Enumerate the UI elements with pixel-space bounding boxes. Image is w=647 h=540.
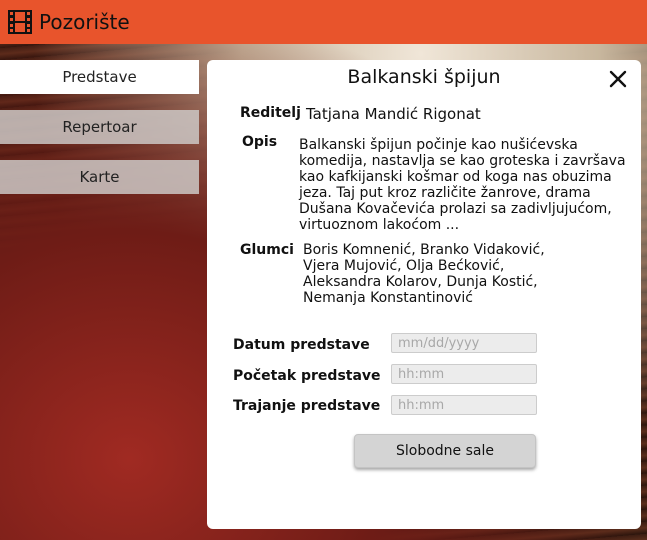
actors-line: Vjera Mujović, Olja Bećković, — [303, 258, 505, 274]
sidebar-item-label: Repertoar — [62, 118, 137, 136]
date-input[interactable] — [391, 333, 537, 353]
sidebar-item-repertoar[interactable]: Repertoar — [0, 110, 199, 144]
duration-input[interactable] — [391, 395, 537, 415]
sidebar-item-karte[interactable]: Karte — [0, 160, 199, 194]
description-line: komedija, nastavlja se kao groteska i za… — [299, 153, 626, 169]
date-label: Datum predstave — [233, 337, 370, 353]
description-line: jeza. Taj put kroz različite žanrove, dr… — [299, 185, 591, 201]
free-halls-button[interactable]: Slobodne sale — [354, 434, 536, 468]
sidebar-item-label: Karte — [79, 168, 120, 186]
close-icon[interactable] — [607, 68, 629, 90]
start-time-input[interactable] — [391, 364, 537, 384]
actors-line: Nemanja Konstantinović — [303, 290, 473, 306]
show-details-card: Balkanski špijun Reditelj Tatjana Mandić… — [207, 60, 641, 529]
sidebar-item-label: Predstave — [62, 68, 137, 86]
start-time-label: Početak predstave — [233, 368, 381, 384]
description-line: kao kafkijanski košmar od koga nas obuzi… — [299, 169, 612, 185]
actors-label: Glumci — [240, 242, 294, 258]
sidebar: Predstave Repertoar Karte — [0, 60, 199, 210]
director-label: Reditelj — [240, 105, 301, 121]
description-label: Opis — [242, 134, 278, 150]
director-value: Tatjana Mandić Rigonat — [306, 105, 481, 123]
description-line: Dušana Kovačevića prolazi sa zadivljujuć… — [299, 201, 612, 217]
duration-label: Trajanje predstave — [233, 398, 381, 414]
film-strip-icon — [7, 9, 33, 35]
actors-line: Aleksandra Kolarov, Dunja Kostić, — [303, 274, 538, 290]
actors-line: Boris Komnenić, Branko Vidaković, — [303, 242, 545, 258]
sidebar-item-predstave[interactable]: Predstave — [0, 60, 199, 94]
top-bar: Pozorište — [0, 0, 647, 44]
actors-text: Boris Komnenić, Branko Vidaković, Vjera … — [303, 242, 603, 306]
description-line: virtuoznom lakoćom ... — [299, 217, 460, 233]
show-title: Balkanski špijun — [347, 66, 501, 88]
description-text: Balkanski špijun počinje kao nušićevska … — [299, 137, 645, 233]
app-title: Pozorište — [39, 10, 130, 34]
description-line: Balkanski špijun počinje kao nušićevska — [299, 137, 578, 153]
